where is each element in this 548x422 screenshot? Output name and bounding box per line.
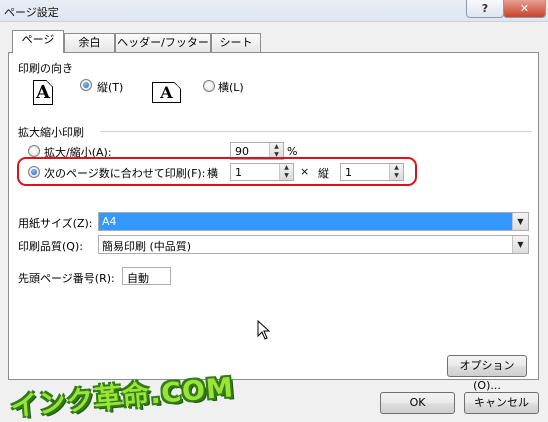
options-button[interactable]: オプション(O)... [447,355,527,392]
paper-size-value: A4 [102,215,117,228]
scaling-heading: 拡大縮小印刷 [18,126,84,139]
tab-sheet[interactable]: シート [211,33,261,52]
scaling-separator [100,131,532,132]
print-quality-label: 印刷品質(Q): [18,240,83,253]
portrait-radio[interactable] [80,79,92,91]
close-button[interactable]: ✕ [503,0,546,18]
portrait-icon-letter: A [36,82,50,103]
print-quality-select[interactable]: 簡易印刷 (中品質) ▼ [98,235,529,254]
portrait-page-icon: A [33,80,53,105]
tab-header-footer[interactable]: ヘッダー/フッター [115,33,211,52]
help-button[interactable]: ? [466,0,504,18]
landscape-radio[interactable] [203,80,215,92]
paper-size-label: 用紙サイズ(Z): [18,217,93,230]
chevron-down-icon[interactable]: ▼ [512,213,528,230]
landscape-label[interactable]: 横(L) [218,79,244,95]
paper-size-select[interactable]: A4 ▼ [98,212,529,231]
tab-page[interactable]: ページ [12,30,64,53]
page-setup-dialog: ページ設定 ? ✕ ページ 余白 ヘッダー/フッター シート 印刷の向き A 縦… [0,0,548,422]
mouse-cursor-icon [257,320,271,340]
tab-margins[interactable]: 余白 [64,33,115,52]
scale-radio[interactable] [28,145,40,157]
chevron-down-icon[interactable]: ▼ [512,236,528,253]
title-bar[interactable]: ページ設定 ? ✕ [0,0,548,22]
window-title: ページ設定 [4,6,59,19]
landscape-page-icon: A [152,82,181,103]
landscape-icon-letter: A [160,83,173,102]
orientation-heading: 印刷の向き [18,62,73,75]
fit-to-pages-highlight [17,157,417,186]
first-page-number-label: 先頭ページ番号(R): [18,272,115,285]
first-page-number-field[interactable]: 自動 [122,267,171,285]
portrait-label[interactable]: 縦(T) [97,79,123,95]
cancel-button[interactable]: キャンセル [464,392,539,414]
ok-button[interactable]: OK [380,392,455,414]
print-quality-value: 簡易印刷 (中品質) [102,240,192,253]
